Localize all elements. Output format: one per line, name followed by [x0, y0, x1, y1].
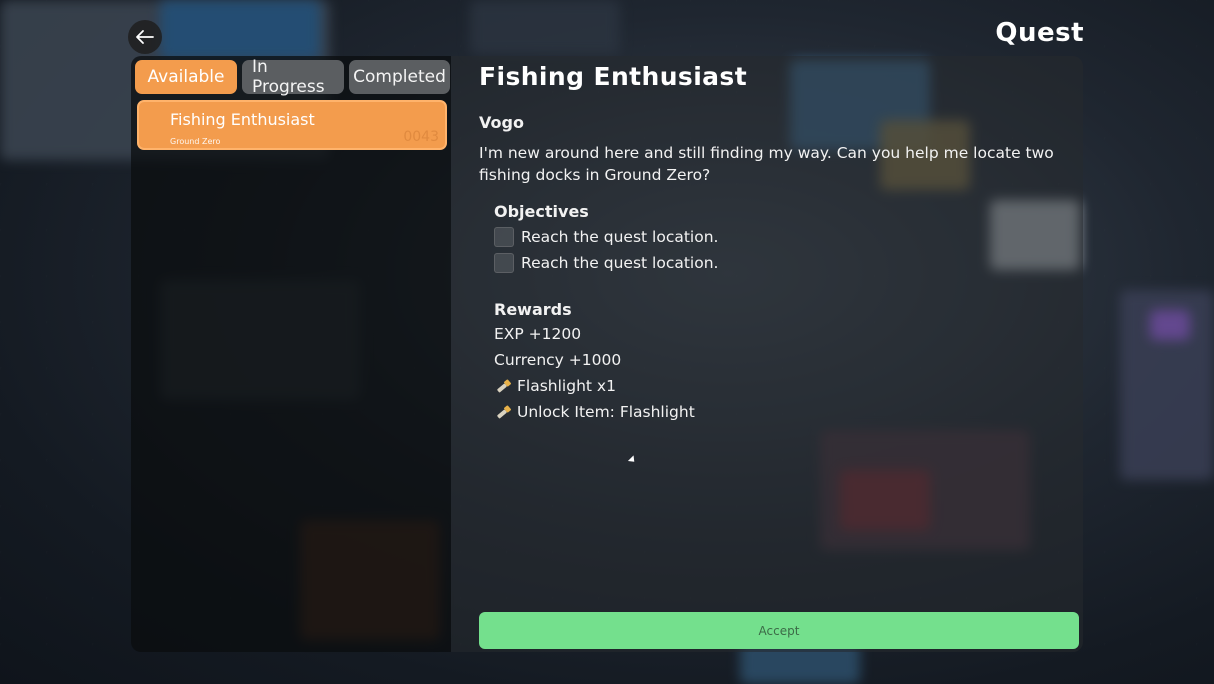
objective-row: Reach the quest location.	[494, 227, 718, 247]
page-title: Quest	[995, 18, 1084, 48]
tab-in-progress[interactable]: In Progress	[242, 57, 344, 97]
objective-checkbox[interactable]	[494, 253, 514, 273]
back-button[interactable]	[128, 20, 162, 54]
tab-completed[interactable]: Completed	[349, 60, 450, 94]
objective-checkbox[interactable]	[494, 227, 514, 247]
reward-text: Currency +1000	[494, 351, 622, 369]
flashlight-icon	[494, 376, 514, 396]
objective-text: Reach the quest location.	[521, 254, 719, 272]
reward-exp: EXP +1200	[494, 325, 581, 343]
reward-item: Flashlight x1	[494, 376, 616, 396]
objective-row: Reach the quest location.	[494, 253, 718, 273]
quest-item-name: Fishing Enthusiast	[170, 110, 315, 129]
reward-currency: Currency +1000	[494, 351, 621, 369]
objective-text: Reach the quest location.	[521, 228, 719, 246]
arrow-left-icon	[136, 30, 154, 44]
quest-item-location: Ground Zero	[170, 137, 221, 146]
flashlight-icon	[494, 402, 514, 422]
quest-giver: Vogo	[479, 113, 524, 132]
quest-description: I'm new around here and still finding my…	[479, 144, 1054, 184]
objectives-heading: Objectives	[494, 202, 589, 221]
reward-unlock: Unlock Item: Flashlight	[494, 402, 695, 422]
reward-text: Flashlight x1	[517, 377, 616, 395]
rewards-heading: Rewards	[494, 300, 572, 319]
quest-item-id: 0043	[403, 129, 439, 145]
quest-tabs: Available In Progress Completed	[135, 57, 450, 97]
accept-button[interactable]: Accept	[479, 612, 1079, 649]
quest-list-item[interactable]: Fishing Enthusiast Ground Zero 0043	[137, 100, 447, 150]
reward-text: EXP +1200	[494, 325, 582, 343]
quest-title: Fishing Enthusiast	[479, 62, 748, 91]
reward-text: Unlock Item: Flashlight	[517, 403, 695, 421]
tab-available[interactable]: Available	[135, 60, 237, 94]
